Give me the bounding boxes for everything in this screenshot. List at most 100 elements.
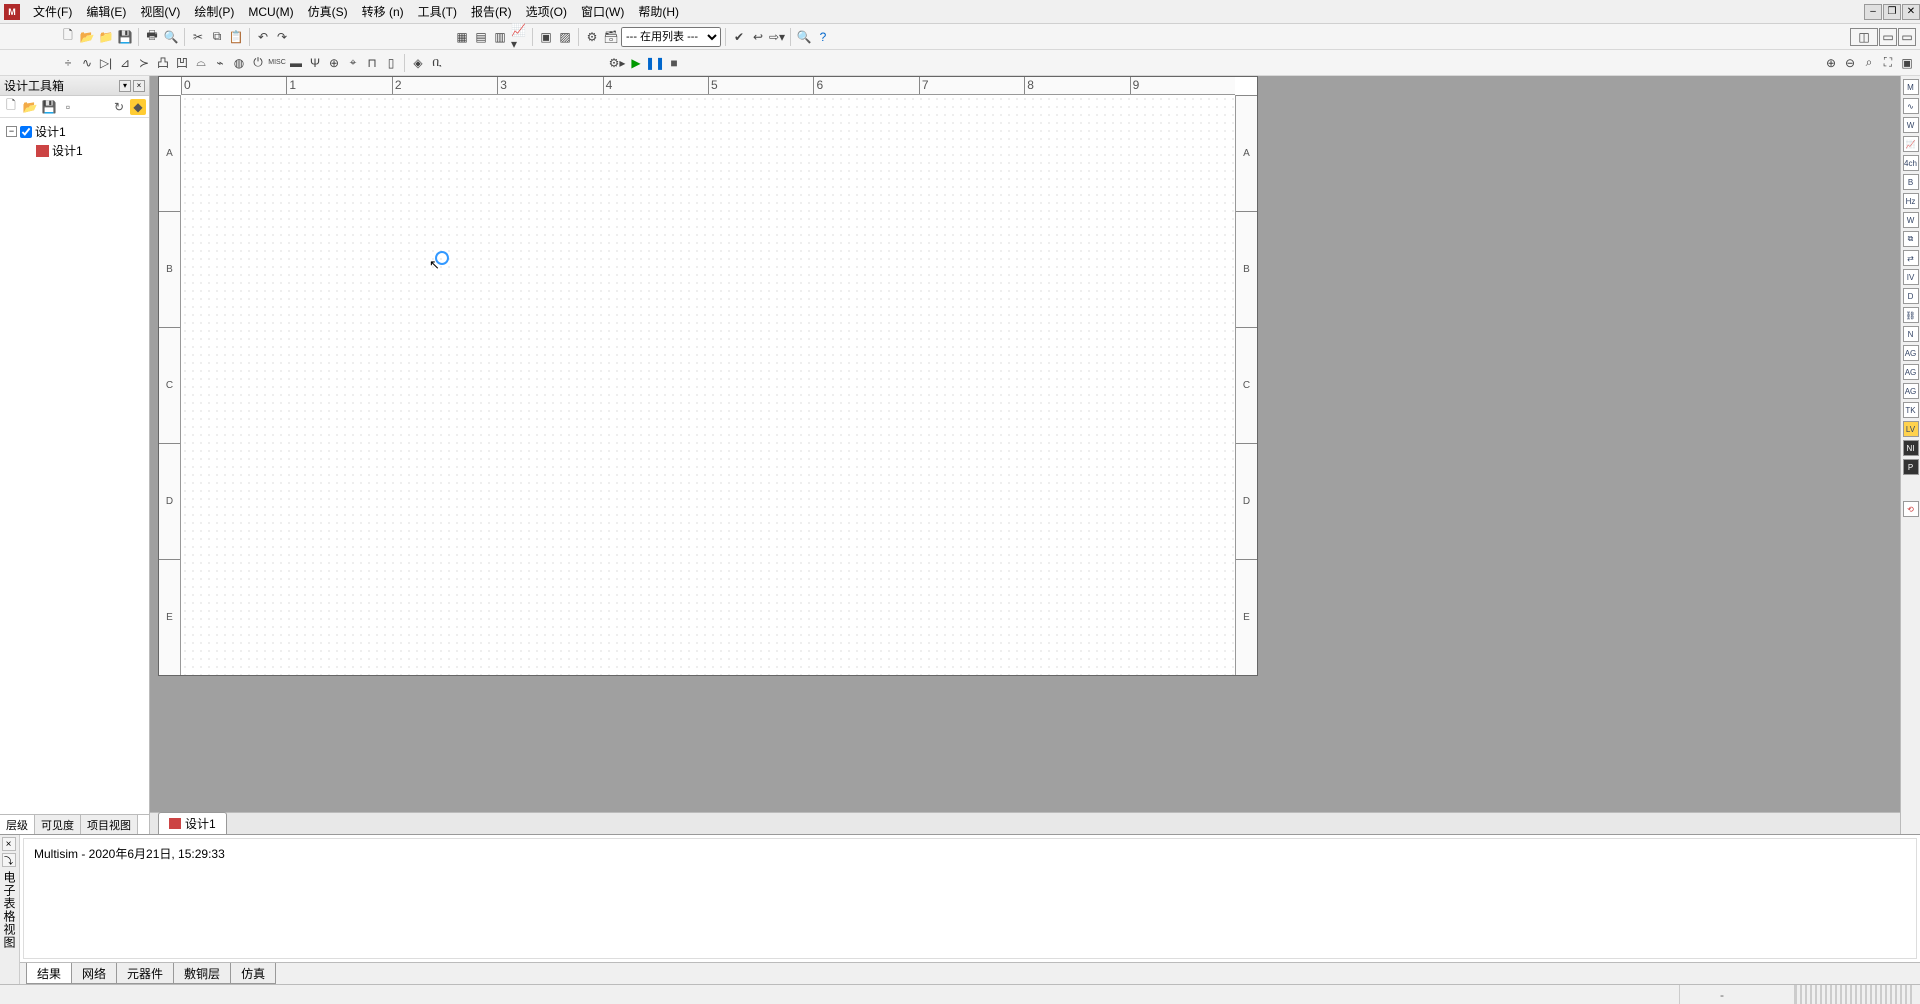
menu-window[interactable]: 窗口(W)	[574, 0, 631, 23]
grapher-icon[interactable]: 📈▾	[510, 28, 528, 46]
mdi-close-button[interactable]: ✕	[1902, 4, 1920, 20]
place-mcu-icon[interactable]: ▯	[382, 54, 400, 72]
save-icon[interactable]: 💾	[116, 28, 134, 46]
function-gen-icon[interactable]: ∿	[1903, 98, 1919, 114]
place-mixed-icon[interactable]: ⌁	[211, 54, 229, 72]
menu-place[interactable]: 绘制(P)	[187, 0, 241, 23]
place-analog-icon[interactable]: ≻	[135, 54, 153, 72]
agilent-fg-icon[interactable]: AG	[1903, 345, 1919, 361]
logic-converter-icon[interactable]: ⇄	[1903, 250, 1919, 266]
place-cmos-icon[interactable]: 凹	[173, 54, 191, 72]
oscilloscope-icon[interactable]: 📈	[1903, 136, 1919, 152]
place-rf-icon[interactable]: Ψ	[306, 54, 324, 72]
distortion-icon[interactable]: D	[1903, 288, 1919, 304]
design-settings-icon[interactable]: ▫	[60, 99, 76, 115]
toggle-spreadsheet-icon[interactable]: ▤	[472, 28, 490, 46]
zoom-area-icon[interactable]: ⌕	[1860, 54, 1878, 72]
print-preview-icon[interactable]: 🔍	[162, 28, 180, 46]
place-power-icon[interactable]: ⏻	[249, 54, 267, 72]
toolbox-pin-icon[interactable]: ▾	[119, 80, 131, 92]
ni-elvis-icon[interactable]: NI	[1903, 440, 1919, 456]
view-switcher-1-icon[interactable]: ◫	[1850, 28, 1878, 46]
refresh-design-icon[interactable]: ↻	[111, 99, 127, 115]
database-icon[interactable]: 🗃	[602, 28, 620, 46]
spectrum-icon[interactable]: ⛓	[1903, 307, 1919, 323]
tab-results[interactable]: 结果	[26, 963, 72, 984]
place-diode-icon[interactable]: ▷|	[97, 54, 115, 72]
find-icon[interactable]: 🔍	[795, 28, 813, 46]
open-file-icon[interactable]: 📂	[78, 28, 96, 46]
tree-child-node[interactable]: 设计1	[2, 141, 147, 160]
fullscreen-icon[interactable]: ▣	[1898, 54, 1916, 72]
menu-simulate[interactable]: 仿真(S)	[301, 0, 355, 23]
check-erc-icon[interactable]: ✔	[730, 28, 748, 46]
spreadsheet-close-icon[interactable]: ×	[2, 837, 16, 851]
tab-components[interactable]: 元器件	[116, 963, 174, 984]
toggle-design-toolbox-icon[interactable]: ▦	[453, 28, 471, 46]
schematic-grid[interactable]	[181, 95, 1235, 675]
open-sample-icon[interactable]: 📁	[97, 28, 115, 46]
tek-scope-icon[interactable]: TK	[1903, 402, 1919, 418]
multimeter-icon[interactable]: M	[1903, 79, 1919, 95]
copy-icon[interactable]: ⧉	[208, 28, 226, 46]
new-file-icon[interactable]: 🗋	[59, 28, 77, 46]
place-transistor-icon[interactable]: ⊿	[116, 54, 134, 72]
tab-simulation[interactable]: 仿真	[230, 963, 276, 984]
place-advanced-icon[interactable]: ▬	[287, 54, 305, 72]
menu-file[interactable]: 文件(F)	[26, 0, 79, 23]
mdi-minimize-button[interactable]: ‒	[1864, 4, 1882, 20]
tab-hierarchy[interactable]: 层级	[0, 815, 35, 834]
component-wizard-icon[interactable]: ⚙	[583, 28, 601, 46]
cut-icon[interactable]: ✂	[189, 28, 207, 46]
document-tab-design1[interactable]: 设计1	[158, 812, 227, 834]
forward-annotate-icon[interactable]: ⇨▾	[768, 28, 786, 46]
logic-analyzer-icon[interactable]: ⧉	[1903, 231, 1919, 247]
agilent-mm-icon[interactable]: AG	[1903, 364, 1919, 380]
help-icon[interactable]: ?	[814, 28, 832, 46]
place-ttl-icon[interactable]: 凸	[154, 54, 172, 72]
undo-icon[interactable]: ↶	[254, 28, 272, 46]
place-misc-icon[interactable]: MISC	[268, 54, 286, 72]
place-source-icon[interactable]: ÷	[59, 54, 77, 72]
four-ch-scope-icon[interactable]: 4ch	[1903, 155, 1919, 171]
save-design-icon[interactable]: 💾	[41, 99, 57, 115]
place-connector-icon[interactable]: ⊓	[363, 54, 381, 72]
tree-root-checkbox[interactable]	[20, 126, 32, 138]
network-analyzer-icon[interactable]: N	[1903, 326, 1919, 342]
tab-project-view[interactable]: 项目视图	[81, 815, 138, 834]
canvas-scroll-area[interactable]: 0123456789 ABCDE ABCDE	[150, 76, 1920, 812]
iv-analyzer-icon[interactable]: IV	[1903, 269, 1919, 285]
back-annotate-icon[interactable]: ↩	[749, 28, 767, 46]
word-gen-icon[interactable]: W	[1903, 212, 1919, 228]
place-bus-icon[interactable]: ቢ	[428, 54, 446, 72]
print-icon[interactable]: 🖶	[143, 28, 161, 46]
redo-icon[interactable]: ↷	[273, 28, 291, 46]
menu-options[interactable]: 选项(O)	[519, 0, 574, 23]
interactive-sim-settings-icon[interactable]: ⚙▸	[608, 54, 626, 72]
labview-instrument-icon[interactable]: LV	[1903, 421, 1919, 437]
new-design-icon[interactable]: 🗋	[3, 99, 19, 115]
toolbox-close-icon[interactable]: ×	[133, 80, 145, 92]
tab-nets[interactable]: 网络	[71, 963, 117, 984]
database-manager-icon[interactable]: ▥	[491, 28, 509, 46]
view-switcher-3-icon[interactable]: ▭	[1898, 28, 1916, 46]
expand-icon[interactable]: −	[6, 126, 17, 137]
wattmeter-icon[interactable]: W	[1903, 117, 1919, 133]
zoom-in-icon[interactable]: ⊕	[1822, 54, 1840, 72]
tab-visibility[interactable]: 可见度	[35, 815, 81, 834]
schematic-page[interactable]: 0123456789 ABCDE ABCDE	[158, 76, 1258, 676]
mdi-restore-button[interactable]: ❐	[1883, 4, 1901, 20]
current-probe-icon[interactable]: ⟲	[1903, 501, 1919, 517]
menu-reports[interactable]: 报告(R)	[464, 0, 519, 23]
bode-plotter-icon[interactable]: B	[1903, 174, 1919, 190]
open-design-icon[interactable]: 📂	[22, 99, 38, 115]
pause-sim-icon[interactable]: ❚❚	[646, 54, 664, 72]
menu-view[interactable]: 视图(V)	[133, 0, 187, 23]
highlight-design-icon[interactable]: ◆	[130, 99, 146, 115]
menu-edit[interactable]: 编辑(E)	[79, 0, 133, 23]
agilent-scope-icon[interactable]: AG	[1903, 383, 1919, 399]
hierarchy-block-icon[interactable]: ◈	[409, 54, 427, 72]
place-basic-icon[interactable]: ∿	[78, 54, 96, 72]
menu-help[interactable]: 帮助(H)	[631, 0, 686, 23]
stop-sim-icon[interactable]: ■	[665, 54, 683, 72]
